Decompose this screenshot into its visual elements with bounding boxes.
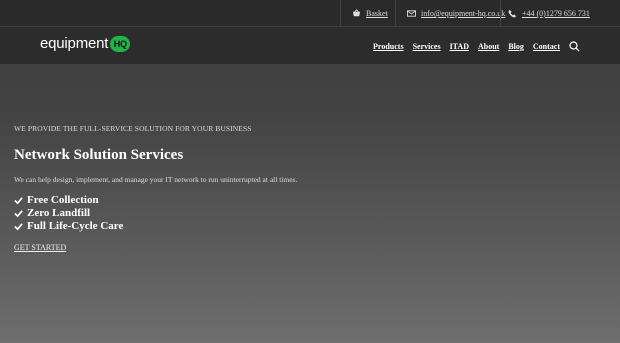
basket-icon [352,9,361,17]
nav-itad[interactable]: ITAD [450,42,469,51]
check-icon [14,210,23,218]
site-logo[interactable]: equipment HQ [40,35,131,52]
logo-text: equipment [40,35,109,52]
feature-item: Full Life-Cycle Care [14,220,594,233]
feature-label: Full Life-Cycle Care [27,220,124,232]
get-started-link[interactable]: GET STARTED [14,243,66,252]
feature-item: Free Collection [14,194,594,207]
search-icon[interactable] [569,41,580,52]
phone-link[interactable]: +44 (0)1279 656 731 [508,0,590,27]
phone-icon [508,9,517,18]
check-icon [14,197,23,205]
feature-item: Zero Landfill [14,207,594,220]
feature-label: Free Collection [27,194,99,206]
basket-link[interactable]: Basket [352,0,388,27]
email-link[interactable]: info@equipment-hq.co.uk [407,0,505,27]
hero-title: Network Solution Services [14,147,184,163]
nav-products[interactable]: Products [373,42,404,51]
check-icon [14,223,23,231]
top-bar: Basket info@equipment-hq.co.uk +44 (0)12… [0,0,620,27]
basket-label: Basket [366,9,388,18]
nav-contact[interactable]: Contact [533,42,560,51]
topbar-divider [340,0,341,27]
email-icon [407,10,416,17]
main-nav: Products Services ITAD About Blog Contac… [373,41,580,52]
nav-about[interactable]: About [478,42,499,51]
feature-list: Free Collection Zero Landfill Full Life-… [14,194,594,233]
nav-services[interactable]: Services [413,42,441,51]
hero-eyebrow: WE PROVIDE THE FULL-SERVICE SOLUTION FOR… [14,124,252,133]
phone-label: +44 (0)1279 656 731 [522,9,590,18]
topbar-divider [395,0,396,27]
logo-badge: HQ [110,35,131,52]
email-label: info@equipment-hq.co.uk [421,9,506,18]
nav-blog[interactable]: Blog [508,42,524,51]
hero-lead: We can help design, implement, and manag… [14,175,298,184]
topbar-divider [500,0,501,27]
feature-label: Zero Landfill [27,207,91,219]
hero-section: WE PROVIDE THE FULL-SERVICE SOLUTION FOR… [14,124,594,255]
